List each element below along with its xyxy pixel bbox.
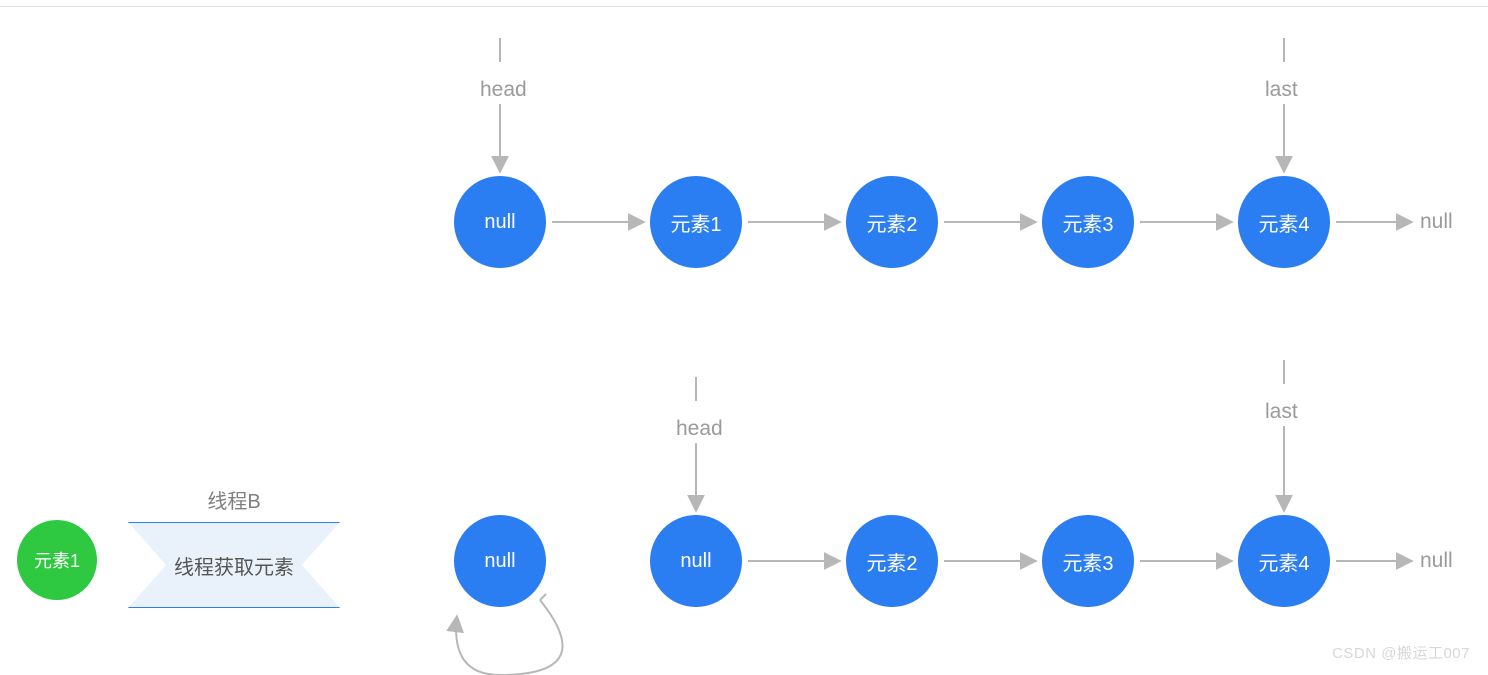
label-head-bottom: head bbox=[676, 417, 723, 441]
row1-node-2-label: 元素2 bbox=[866, 208, 917, 237]
thread-action-label: 线程获取元素 bbox=[174, 551, 294, 580]
row1-node-1-label: 元素1 bbox=[670, 208, 721, 237]
row2-node-2-label: 元素2 bbox=[866, 547, 917, 576]
top-border bbox=[0, 6, 1488, 7]
acquired-node: 元素1 bbox=[17, 520, 97, 600]
row1-node-2: 元素2 bbox=[846, 176, 938, 268]
label-head-top: head bbox=[480, 78, 527, 102]
diagram-stage: head last null 元素1 元素2 元素3 元素4 null head… bbox=[0, 0, 1488, 675]
row1-node-3: 元素3 bbox=[1042, 176, 1134, 268]
row1-node-0-label: null bbox=[484, 211, 515, 234]
row1-node-1: 元素1 bbox=[650, 176, 742, 268]
thread-action-tag: 线程获取元素 bbox=[128, 522, 340, 608]
row1-terminal-null: null bbox=[1420, 210, 1453, 234]
thread-tag-wrap: 线程B 线程获取元素 bbox=[128, 485, 340, 608]
thread-title: 线程B bbox=[128, 485, 340, 514]
acquired-node-label: 元素1 bbox=[34, 547, 80, 573]
row2-node-2: 元素2 bbox=[846, 515, 938, 607]
label-last-top: last bbox=[1265, 78, 1298, 102]
label-last-bottom: last bbox=[1265, 400, 1298, 424]
row2-node-0-label: null bbox=[484, 550, 515, 573]
row1-node-3-label: 元素3 bbox=[1062, 208, 1113, 237]
row2-node-3-label: 元素3 bbox=[1062, 547, 1113, 576]
row2-node-4: 元素4 bbox=[1238, 515, 1330, 607]
row2-node-3: 元素3 bbox=[1042, 515, 1134, 607]
row1-node-0: null bbox=[454, 176, 546, 268]
row2-node-0: null bbox=[454, 515, 546, 607]
row2-terminal-null: null bbox=[1420, 549, 1453, 573]
row1-node-4: 元素4 bbox=[1238, 176, 1330, 268]
row2-node-1-label: null bbox=[680, 550, 711, 573]
watermark: CSDN @搬运工007 bbox=[1332, 642, 1470, 663]
row1-node-4-label: 元素4 bbox=[1258, 208, 1309, 237]
row2-node-1: null bbox=[650, 515, 742, 607]
row2-node-4-label: 元素4 bbox=[1258, 547, 1309, 576]
